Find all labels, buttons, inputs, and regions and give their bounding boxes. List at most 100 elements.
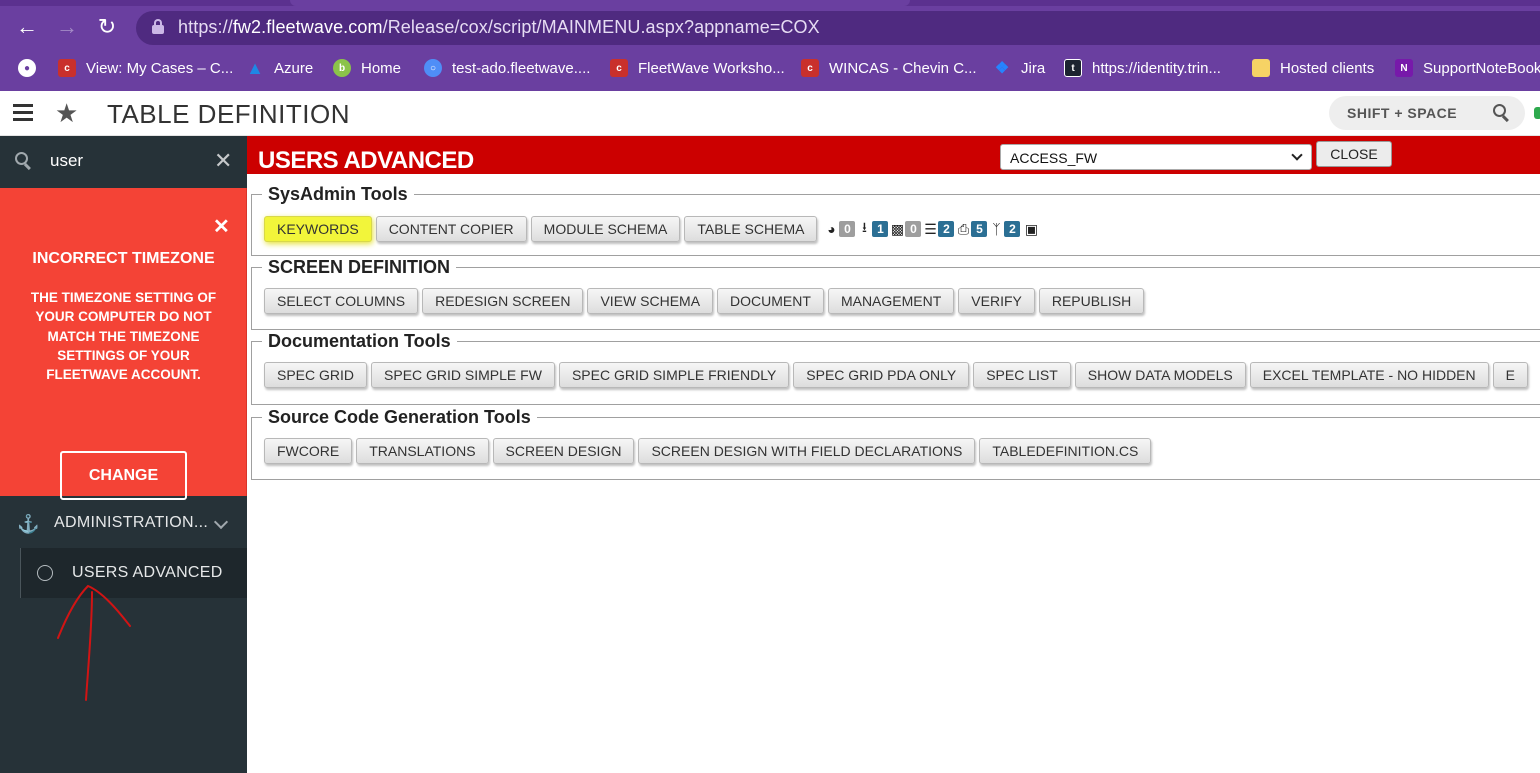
- active-tab[interactable]: [290, 0, 910, 6]
- sidebar-search: ✕: [0, 136, 247, 186]
- sysadmin-tools-buttons: KEYWORDS CONTENT COPIER MODULE SCHEMA TA…: [264, 216, 1039, 242]
- bookmarks-bar: ● c View: My Cases – C... ▲ Azure b Home ○ t…: [0, 52, 1540, 84]
- pie-chart-icon[interactable]: ◕: [823, 221, 839, 237]
- home-bookmark-icon: b: [333, 59, 351, 77]
- table-schema-button[interactable]: TABLE SCHEMA: [684, 216, 818, 242]
- section-legend: SysAdmin Tools: [268, 184, 408, 204]
- close-button[interactable]: CLOSE: [1316, 141, 1392, 167]
- browser-toolbar: ← → ↻ https://fw2.fleetwave.com/Release/…: [0, 0, 1540, 91]
- verify-button[interactable]: VERIFY: [958, 288, 1035, 314]
- translations-button[interactable]: TRANSLATIONS: [356, 438, 489, 464]
- redesign-screen-button[interactable]: REDESIGN SCREEN: [422, 288, 584, 314]
- forward-icon[interactable]: →: [54, 14, 80, 40]
- search-icon[interactable]: [1493, 104, 1511, 123]
- bookmark-label: Azure: [274, 59, 314, 77]
- spec-grid-pda-only-button[interactable]: SPEC GRID PDA ONLY: [793, 362, 970, 388]
- select-columns-button[interactable]: SELECT COLUMNS: [264, 288, 419, 314]
- t-icon: t: [1064, 59, 1082, 77]
- bookmark-label: Home: [361, 59, 402, 77]
- bookmark-label: test-ado.fleetwave....: [452, 59, 591, 77]
- chevin-icon: c: [610, 59, 628, 77]
- section-legend: Documentation Tools: [268, 331, 451, 351]
- tabledefinition-cs-button[interactable]: TABLEDEFINITION.CS: [979, 438, 1152, 464]
- module-schema-button[interactable]: MODULE SCHEMA: [530, 216, 681, 242]
- clear-search-icon[interactable]: ✕: [214, 148, 232, 174]
- sidebar-group-label: ADMINISTRATION...: [54, 514, 209, 531]
- document-button[interactable]: DOCUMENT: [717, 288, 824, 314]
- badge-count: 1: [872, 221, 889, 237]
- jira-icon: ❖: [994, 60, 1010, 77]
- bookmark-label: FleetWave Worksho...: [638, 59, 785, 77]
- chrome-apps-icon[interactable]: ●: [18, 56, 46, 80]
- source-code-tools-buttons: FWCORE TRANSLATIONS SCREEN DESIGN SCREEN…: [264, 438, 1155, 464]
- bookmark-item[interactable]: t https://identity.trin...: [1064, 56, 1221, 80]
- screen-design-button[interactable]: SCREEN DESIGN: [492, 438, 635, 464]
- module-title: USERS ADVANCED: [258, 147, 474, 174]
- calendar-icon[interactable]: ▩: [889, 221, 905, 237]
- chevron-down-icon: [1291, 149, 1303, 161]
- section-legend: Source Code Generation Tools: [268, 407, 531, 427]
- chevin-icon: c: [58, 59, 76, 77]
- main-panel: USERS ADVANCED ACCESS_FW CLOSE SysAdmin …: [247, 136, 1540, 773]
- bookmark-item[interactable]: Hosted clients: [1252, 56, 1374, 80]
- spec-grid-button[interactable]: SPEC GRID: [264, 362, 368, 388]
- bookmark-item[interactable]: c View: My Cases – C...: [58, 56, 233, 80]
- bookmark-label: WINCAS - Chevin C...: [829, 59, 977, 77]
- bookmark-item[interactable]: b Home: [333, 56, 401, 80]
- print-icon[interactable]: ⎙: [955, 221, 971, 237]
- bookmark-item[interactable]: ▲ Azure: [246, 56, 313, 80]
- bookmark-item[interactable]: ❖ Jira: [993, 56, 1045, 80]
- lock-icon[interactable]: [152, 19, 164, 35]
- badge-count: 0: [905, 221, 922, 237]
- section-legend: SCREEN DEFINITION: [268, 257, 451, 277]
- excel-template-no-hidden-button[interactable]: EXCEL TEMPLATE - NO HIDDEN: [1249, 362, 1489, 388]
- bookmark-item[interactable]: N SupportNoteBook: [1395, 56, 1540, 80]
- app-header: ★ TABLE DEFINITION SHIFT + SPACE: [0, 91, 1540, 136]
- bookmark-item[interactable]: ○ test-ado.fleetwave....: [424, 56, 590, 80]
- checklist-icon[interactable]: ☰: [922, 221, 938, 237]
- view-schema-button[interactable]: VIEW SCHEMA: [587, 288, 714, 314]
- screen-design-with-field-declarations-button[interactable]: SCREEN DESIGN WITH FIELD DECLARATIONS: [638, 438, 976, 464]
- lock-icon[interactable]: ▣: [1023, 221, 1039, 237]
- menu-icon[interactable]: [13, 104, 33, 122]
- folder-icon: [1252, 59, 1270, 77]
- bookmark-item[interactable]: c FleetWave Worksho...: [610, 56, 785, 80]
- bookmark-label: SupportNoteBook: [1423, 59, 1540, 77]
- url-text[interactable]: https://fw2.fleetwave.com/Release/cox/sc…: [178, 17, 820, 38]
- select-value: ACCESS_FW: [1010, 150, 1098, 166]
- globe-icon: ○: [424, 59, 442, 77]
- badge-count: 5: [971, 221, 988, 237]
- spec-grid-simple-fw-button[interactable]: SPEC GRID SIMPLE FW: [371, 362, 555, 388]
- access-select[interactable]: ACCESS_FW: [1000, 144, 1312, 170]
- azure-icon: ▲: [246, 57, 264, 78]
- alert-title: INCORRECT TIMEZONE: [32, 250, 215, 267]
- branch-icon[interactable]: ᛉ: [988, 221, 1004, 237]
- change-timezone-button[interactable]: CHANGE: [60, 451, 187, 500]
- close-icon[interactable]: ✕: [213, 214, 230, 239]
- reload-icon[interactable]: ↻: [94, 14, 120, 40]
- spec-grid-simple-friendly-button[interactable]: SPEC GRID SIMPLE FRIENDLY: [558, 362, 790, 388]
- url-path: /Release/cox/script/MAINMENU.aspx?appnam…: [382, 17, 820, 37]
- bookmark-label: Jira: [1021, 59, 1046, 77]
- badge-count: 2: [938, 221, 955, 237]
- badge-count: 2: [1004, 221, 1021, 237]
- sidebar-group-administration[interactable]: ⚓ ADMINISTRATION...: [0, 500, 247, 548]
- fwcore-button[interactable]: FWCORE: [264, 438, 353, 464]
- url-scheme: https://: [178, 17, 233, 37]
- chevron-down-icon: [213, 514, 229, 530]
- back-icon[interactable]: ←: [14, 14, 40, 40]
- show-data-models-button[interactable]: SHOW DATA MODELS: [1074, 362, 1246, 388]
- global-search[interactable]: SHIFT + SPACE: [1329, 96, 1525, 130]
- keywords-button[interactable]: KEYWORDS: [264, 216, 372, 242]
- truncated-docs-button[interactable]: E: [1492, 362, 1528, 388]
- bookmark-item[interactable]: c WINCAS - Chevin C...: [801, 56, 977, 80]
- bookmark-label: Hosted clients: [1280, 59, 1375, 77]
- management-button[interactable]: MANAGEMENT: [827, 288, 955, 314]
- content-copier-button[interactable]: CONTENT COPIER: [375, 216, 527, 242]
- republish-button[interactable]: REPUBLISH: [1038, 288, 1145, 314]
- screen-definition-buttons: SELECT COLUMNS REDESIGN SCREEN VIEW SCHE…: [264, 288, 1148, 314]
- spec-list-button[interactable]: SPEC LIST: [973, 362, 1071, 388]
- star-icon[interactable]: ★: [55, 98, 78, 129]
- sidebar-search-input[interactable]: [50, 149, 200, 173]
- upload-icon[interactable]: ⭳: [856, 219, 872, 237]
